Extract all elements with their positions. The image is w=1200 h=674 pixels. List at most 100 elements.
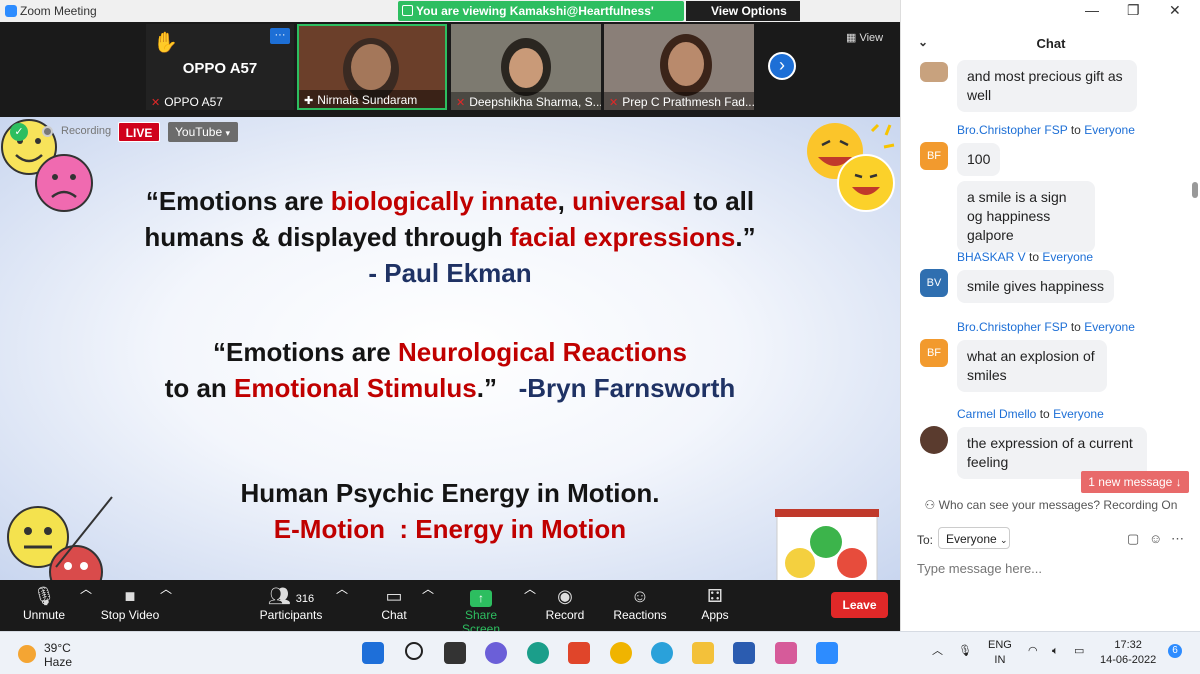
leave-button[interactable]: Leave: [831, 592, 888, 618]
view-options-button[interactable]: View Options ⌄: [686, 1, 800, 32]
pin-icon: ✚: [304, 95, 314, 107]
chat-bubble-icon: ▭: [385, 586, 403, 606]
wifi-icon[interactable]: ◠: [1028, 644, 1038, 659]
avatar: BF: [920, 339, 948, 367]
sender-to: to: [1039, 407, 1050, 421]
more-icon[interactable]: ⋯: [1171, 531, 1184, 547]
participants-caret[interactable]: ︿: [336, 580, 348, 631]
youtube-dropdown[interactable]: YouTube ▾: [168, 122, 238, 142]
recording-icon: [42, 126, 53, 137]
quote-text: .”: [735, 222, 756, 252]
unmute-label: Unmute: [22, 608, 66, 622]
stop-video-button[interactable]: ■ Stop Video: [98, 580, 162, 631]
share-caret[interactable]: ︿: [524, 580, 536, 631]
chevron-down-icon[interactable]: ⌄: [918, 35, 928, 49]
video-tile-nirmala[interactable]: ✚ Nirmala Sundaram: [297, 24, 447, 110]
participants-button[interactable]: 👥︎ 316 Participants: [257, 580, 325, 631]
tile-name: OPPO A57: [164, 95, 223, 109]
video-tile-prathmesh[interactable]: ✕ Prep C Prathmesh Fad...: [604, 24, 754, 110]
unmute-button[interactable]: 🎙︎ Unmute: [16, 580, 72, 631]
chat-panel: — ❐ ✕ ⌄ Chat and most precious gift as w…: [900, 0, 1200, 631]
muted-mic-icon: ✕: [151, 97, 161, 109]
raised-hand-icon: ✋: [153, 32, 178, 54]
microphone-icon[interactable]: 🎙︎: [958, 644, 972, 659]
platform-label: YouTube: [175, 125, 223, 139]
tile-name: Nirmala Sundaram: [317, 93, 418, 107]
clock[interactable]: 17:32 14-06-2022: [1100, 638, 1156, 668]
region-code: IN: [994, 654, 1006, 666]
who-can-see-link[interactable]: ⚇ Who can see your messages? Recording O…: [901, 498, 1200, 512]
chat-bubble: what an explosion of smiles: [957, 340, 1107, 392]
battery-icon[interactable]: ▭: [1074, 644, 1084, 659]
telegram-icon[interactable]: [651, 642, 673, 664]
chat-message-input[interactable]: [917, 558, 1187, 578]
conclusion-line: E-Motion : Energy in Motion: [273, 514, 627, 544]
chat-header: ⌄ Chat: [901, 30, 1200, 58]
edge-icon[interactable]: [527, 642, 549, 664]
office-icon[interactable]: [568, 642, 590, 664]
file-icon[interactable]: ▢: [1127, 531, 1139, 547]
reactions-button[interactable]: ☺ Reactions: [612, 580, 668, 631]
share-screen-button[interactable]: ↑ Share Screen: [446, 580, 516, 636]
apps-button[interactable]: ⚃ Apps: [698, 580, 732, 631]
record-button[interactable]: ◉ Record: [544, 580, 586, 631]
weather-widget[interactable]: 39°C Haze: [18, 641, 72, 669]
quote-ekman: “Emotions are biologically innate, unive…: [0, 183, 900, 291]
share-screen-icon: ↑: [446, 580, 516, 608]
quote-author: -Bryn Farnsworth: [518, 373, 736, 403]
video-options-caret[interactable]: ︿: [160, 580, 172, 631]
task-view-icon[interactable]: [444, 642, 466, 664]
video-tile-oppo[interactable]: ✋ ··· OPPO A57 ✕ OPPO A57: [146, 24, 294, 110]
new-message-button[interactable]: 1 new message ↓: [1081, 471, 1189, 493]
chat-message-list[interactable]: and most precious gift as well Bro.Chris…: [901, 58, 1193, 494]
volume-icon[interactable]: 🔈︎: [1052, 644, 1059, 659]
snipping-tool-icon[interactable]: [775, 642, 797, 664]
tile-more-button[interactable]: ···: [270, 28, 290, 44]
sender-name: BHASKAR V: [957, 250, 1026, 264]
notification-badge[interactable]: 6: [1168, 644, 1182, 658]
chat-sender: Carmel Dmello to Everyone: [957, 407, 1104, 421]
chat-title: Chat: [1036, 36, 1066, 51]
participant-face: [668, 42, 704, 86]
emoji-icon[interactable]: ☺: [1149, 531, 1162, 546]
word-icon[interactable]: [733, 642, 755, 664]
minimize-icon[interactable]: —: [1085, 2, 1099, 18]
live-badge[interactable]: LIVE: [118, 122, 160, 142]
screen-share-banner: You are viewing Kamakshi@Heartfulness' s…: [398, 1, 684, 32]
video-tile-deepshikha[interactable]: ✕ Deepshikha Sharma, S...: [451, 24, 601, 110]
chat-caret[interactable]: ︿: [422, 580, 434, 631]
quote-highlight: biologically innate: [330, 186, 558, 216]
close-icon[interactable]: ✕: [1169, 2, 1181, 19]
chat-scrollbar[interactable]: [1192, 182, 1198, 198]
language-indicator[interactable]: ENG IN: [988, 638, 1012, 668]
quote-text: to an: [164, 373, 235, 403]
view-button[interactable]: ▦ View: [846, 31, 883, 44]
chat-button[interactable]: ▭ Chat: [375, 580, 413, 631]
windows-start-icon[interactable]: [362, 642, 384, 664]
tile-name: Prep C Prathmesh Fad...: [622, 95, 754, 109]
teams-chat-icon[interactable]: [485, 642, 507, 664]
search-icon[interactable]: [405, 642, 423, 660]
person-icon: ⚇: [924, 498, 936, 512]
zoom-taskbar-icon[interactable]: [816, 642, 838, 664]
record-icon: ◉: [557, 586, 573, 606]
meeting-stage: ✋ ··· OPPO A57 ✕ OPPO A57 ✚ Nirmala Sundar…: [0, 22, 900, 631]
windows-taskbar: 39°C Haze ︿ 🎙︎ ENG IN ◠ 🔈︎ ▭ 17:32 14-06-2…: [0, 631, 1200, 674]
muted-mic-icon: ✕: [456, 97, 466, 109]
security-shield-icon[interactable]: ✓: [10, 123, 28, 141]
avatar: [920, 426, 948, 454]
participant-count: 316: [295, 593, 315, 605]
restore-icon[interactable]: ❐: [1127, 2, 1140, 19]
chrome-icon[interactable]: [610, 642, 632, 664]
audio-options-caret[interactable]: ︿: [80, 580, 92, 631]
to-label: To:: [917, 533, 934, 547]
next-page-button[interactable]: ›: [768, 52, 796, 80]
chevron-up-icon[interactable]: ︿: [932, 644, 943, 659]
tile-big-name: OPPO A57: [182, 60, 258, 77]
muted-mic-icon: 🎙︎: [32, 586, 56, 606]
recipient-select[interactable]: Everyone ⌄: [938, 527, 1010, 549]
chat-sender: Bro.Christopher FSP to Everyone: [957, 320, 1135, 334]
view-label: View: [859, 32, 884, 44]
file-explorer-icon[interactable]: [692, 642, 714, 664]
caret-down-icon: ▾: [225, 128, 231, 138]
